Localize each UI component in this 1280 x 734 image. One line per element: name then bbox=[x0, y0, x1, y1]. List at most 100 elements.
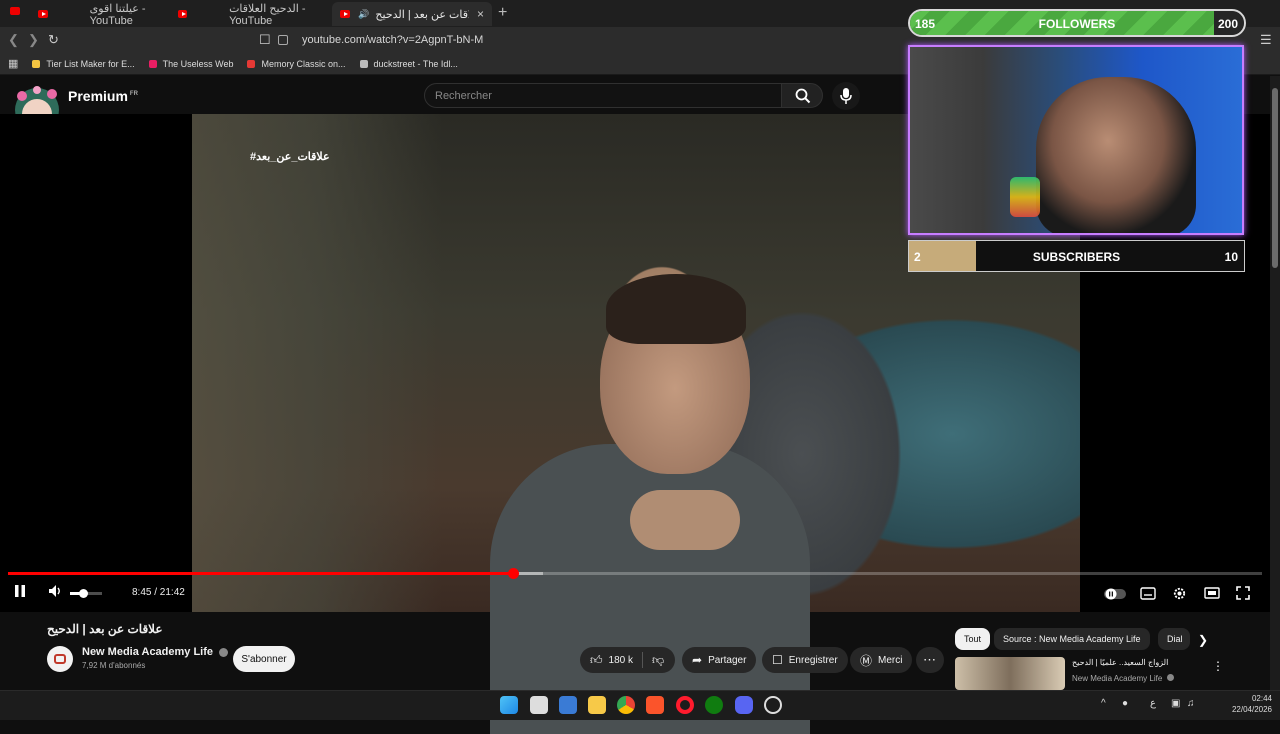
video-person-hair bbox=[606, 274, 746, 344]
verified-icon bbox=[219, 647, 229, 657]
tray-chevron-icon[interactable]: ^ bbox=[1101, 698, 1106, 709]
browser-tab-2[interactable]: الدحيح العلاقات - YouTube bbox=[170, 2, 330, 27]
video-hashtag-watermark: #علاقات_عن_بعد bbox=[250, 151, 330, 163]
more-actions-button[interactable]: ⋯ bbox=[916, 647, 944, 673]
save-label: Enregistrer bbox=[788, 654, 838, 666]
thanks-icon: Ⓜ bbox=[860, 653, 873, 668]
recommendation-title[interactable]: الزواج السعيد.. علميًا | الدحيح bbox=[1072, 658, 1192, 667]
brave-icon[interactable] bbox=[646, 696, 664, 714]
mute-button[interactable] bbox=[48, 584, 62, 601]
back-icon[interactable]: ❮ bbox=[8, 32, 19, 48]
progress-played bbox=[8, 572, 514, 575]
video-scene-left bbox=[192, 114, 442, 612]
menu-icon[interactable]: ☰ bbox=[1260, 32, 1272, 48]
chrome-icon[interactable] bbox=[617, 696, 635, 714]
fullscreen-button[interactable] bbox=[1236, 586, 1250, 603]
bookmark-tier-list[interactable]: Tier List Maker for E... bbox=[32, 59, 135, 69]
webcam-overlay bbox=[908, 45, 1244, 235]
tray-volume-icon[interactable]: ♫ bbox=[1187, 698, 1195, 709]
bookmark-useless-web[interactable]: The Useless Web bbox=[148, 58, 234, 69]
chip-source[interactable]: Source : New Media Academy Life bbox=[994, 628, 1150, 650]
tray-clock[interactable]: 02:44 22/04/2026 bbox=[1232, 693, 1272, 715]
start-menu-icon[interactable] bbox=[500, 696, 518, 714]
task-view-icon[interactable] bbox=[530, 696, 548, 714]
subscribers-label: SUBSCRIBERS bbox=[1032, 250, 1121, 264]
voice-search-button[interactable] bbox=[832, 82, 860, 110]
save-button[interactable]: ☐ Enregistrer bbox=[762, 647, 848, 673]
theater-mode-button[interactable] bbox=[1204, 587, 1220, 602]
tray-network-icon[interactable]: ▣ bbox=[1171, 698, 1180, 709]
windows-taskbar bbox=[0, 690, 1280, 720]
page-scrollbar[interactable] bbox=[1270, 76, 1280, 690]
discord-icon[interactable] bbox=[735, 696, 753, 714]
close-tab-icon[interactable]: × bbox=[477, 7, 484, 21]
chip-dial[interactable]: Dial bbox=[1158, 628, 1190, 650]
volume-icon bbox=[49, 585, 60, 597]
bookmark-icon[interactable]: ☐ bbox=[259, 32, 271, 48]
search-icon bbox=[795, 88, 811, 104]
channel-avatar[interactable] bbox=[47, 646, 73, 672]
dislike-button[interactable]: 👎︎ bbox=[643, 647, 675, 673]
autoplay-icon bbox=[1104, 588, 1126, 600]
pause-icon bbox=[15, 585, 25, 597]
scrollbar-thumb[interactable] bbox=[1272, 88, 1278, 268]
bookmark-favicon-icon bbox=[359, 59, 368, 68]
opera-icon[interactable] bbox=[676, 696, 694, 714]
url-field[interactable]: youtube.com/watch?v=2AgpnT-bN-M bbox=[278, 30, 918, 50]
recommendation-channel[interactable]: New Media Academy Life bbox=[1072, 674, 1174, 683]
gear-icon bbox=[1173, 587, 1186, 600]
app-icon[interactable] bbox=[764, 696, 782, 714]
bookmark-label: The Useless Web bbox=[162, 58, 234, 69]
bookmark-memory-classic[interactable]: Memory Classic on... bbox=[247, 59, 346, 69]
video-person-hands bbox=[630, 490, 740, 550]
bookmark-duckstreet[interactable]: duckstreet - The Idl... bbox=[359, 58, 458, 69]
subtitles-button[interactable] bbox=[1140, 587, 1156, 603]
site-info-icon[interactable] bbox=[278, 35, 288, 45]
apps-grid-icon[interactable]: ▦ bbox=[8, 57, 18, 70]
like-button[interactable]: 👍︎ 180 k bbox=[580, 647, 643, 673]
volume-slider[interactable] bbox=[70, 589, 102, 598]
thanks-button[interactable]: Ⓜ Merci bbox=[850, 647, 913, 673]
xbox-icon[interactable] bbox=[705, 696, 723, 714]
reload-icon[interactable]: ↻ bbox=[48, 32, 59, 48]
recommendation-thumbnail[interactable] bbox=[955, 657, 1065, 690]
followers-goal-bar: 185 FOLLOWERS 200 bbox=[908, 9, 1246, 37]
tab-label: علاقات عن بعد | الدحيح - YouTube bbox=[375, 8, 469, 21]
chip-all[interactable]: Tout bbox=[955, 628, 991, 650]
followers-label: FOLLOWERS bbox=[1038, 17, 1116, 31]
tray-mic-icon[interactable]: ● bbox=[1122, 698, 1128, 709]
clock-time: 02:44 bbox=[1251, 694, 1272, 703]
store-icon[interactable] bbox=[559, 696, 577, 714]
file-explorer-icon[interactable] bbox=[588, 696, 606, 714]
settings-button[interactable] bbox=[1172, 586, 1187, 604]
channel-name[interactable]: New Media Academy Life bbox=[82, 646, 229, 658]
youtube-premium-logo[interactable]: Premium FR bbox=[68, 88, 138, 104]
bookmark-save-icon: ☐ bbox=[772, 653, 783, 667]
new-tab-button[interactable]: + bbox=[498, 4, 507, 22]
logo-label: Premium bbox=[68, 88, 128, 104]
subtitles-icon bbox=[1140, 587, 1156, 600]
video-progress-bar[interactable] bbox=[8, 568, 1262, 579]
url-text: youtube.com/watch?v=2AgpnT-bN-M bbox=[302, 34, 484, 46]
channel-name-text: New Media Academy Life bbox=[82, 646, 214, 658]
bookmark-label: duckstreet - The Idl... bbox=[373, 58, 458, 69]
more-vertical-icon[interactable]: ⋮ bbox=[1212, 659, 1224, 673]
browser-tab-1[interactable]: عيلتنا اقوى - YouTube bbox=[30, 2, 180, 27]
subscribe-button[interactable]: S'abonner bbox=[233, 646, 295, 672]
tray-language[interactable]: ع bbox=[1150, 698, 1156, 709]
share-button[interactable]: ➦ Partager bbox=[682, 647, 757, 673]
channel-subscribers: 7,92 M d'abonnés bbox=[82, 661, 146, 670]
recommendation-channel-text: New Media Academy Life bbox=[1072, 674, 1163, 683]
bookmark-favicon-icon bbox=[148, 59, 157, 68]
browser-tab-3-active[interactable]: 🔊 علاقات عن بعد | الدحيح - YouTube × bbox=[332, 2, 492, 26]
pause-button[interactable] bbox=[14, 584, 26, 601]
autoplay-toggle[interactable] bbox=[1104, 588, 1126, 603]
search-button[interactable] bbox=[781, 83, 823, 108]
chevron-right-icon[interactable]: ❯ bbox=[1198, 633, 1208, 647]
search-input[interactable]: Rechercher bbox=[424, 83, 782, 108]
tab-search-icon[interactable] bbox=[10, 7, 20, 15]
time-display: 8:45 / 21:42 bbox=[132, 587, 185, 598]
forward-icon[interactable]: ❯ bbox=[28, 32, 39, 48]
search-placeholder: Rechercher bbox=[435, 90, 492, 102]
share-icon: ➦ bbox=[692, 653, 703, 667]
